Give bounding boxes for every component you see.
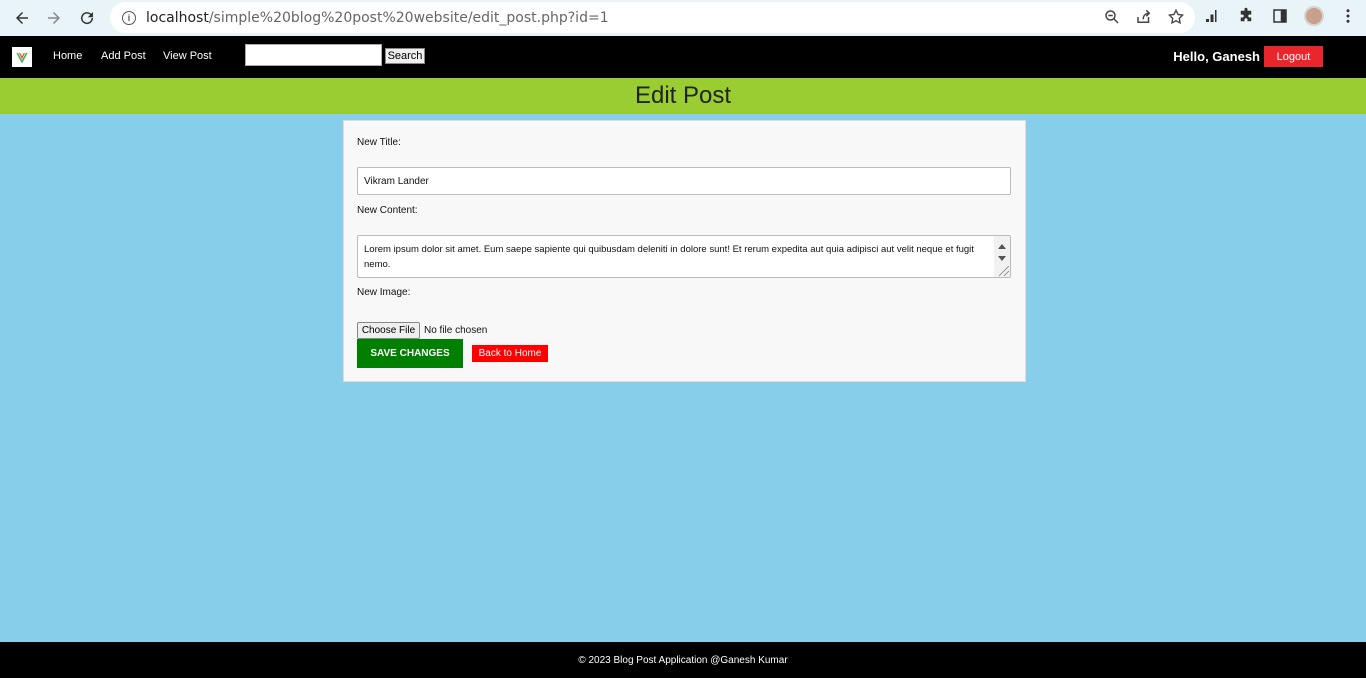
- extensions-puzzle-icon[interactable]: [1236, 6, 1256, 26]
- nav-add-post-link[interactable]: Add Post: [101, 50, 146, 62]
- search-input[interactable]: [245, 44, 382, 66]
- side-panel-icon[interactable]: [1270, 6, 1290, 26]
- site-logo[interactable]: [12, 47, 32, 67]
- search-button[interactable]: Search: [385, 48, 425, 64]
- url-path: /simple%20blog%20post%20website/edit_pos…: [208, 9, 609, 26]
- profile-avatar[interactable]: [1304, 6, 1324, 26]
- user-greeting: Hello, Ganesh: [1173, 49, 1260, 64]
- scroll-up-icon[interactable]: [998, 244, 1006, 249]
- address-bar[interactable]: i localhost/simple%20blog%20post%20websi…: [110, 2, 1195, 33]
- image-label: New Image:: [357, 287, 411, 298]
- nav-home-link[interactable]: Home: [53, 50, 82, 62]
- bookmark-star-icon[interactable]: [1167, 8, 1185, 26]
- zoom-icon[interactable]: [1103, 8, 1121, 26]
- main-content: New Title: Vikram Lander New Content: Lo…: [0, 114, 1366, 642]
- resize-grip-icon[interactable]: [999, 266, 1009, 276]
- content-label: New Content:: [357, 205, 418, 216]
- media-icon[interactable]: [1202, 6, 1222, 26]
- browser-toolbar: i localhost/simple%20blog%20post%20websi…: [0, 0, 1366, 36]
- footer: © 2023 Blog Post Application @Ganesh Kum…: [0, 642, 1366, 678]
- url-text: localhost/simple%20blog%20post%20website…: [146, 10, 609, 26]
- content-text: Lorem ipsum dolor sit amet. Eum saepe sa…: [364, 244, 974, 270]
- url-host: localhost: [146, 9, 209, 26]
- title-input[interactable]: Vikram Lander: [357, 167, 1011, 195]
- title-label: New Title:: [357, 137, 401, 148]
- share-icon[interactable]: [1135, 8, 1153, 26]
- nav-view-post-link[interactable]: View Post: [163, 50, 212, 62]
- scroll-down-icon[interactable]: [998, 256, 1006, 261]
- back-arrow-icon[interactable]: [6, 2, 38, 34]
- reload-icon[interactable]: [71, 2, 103, 34]
- content-textarea[interactable]: Lorem ipsum dolor sit amet. Eum saepe sa…: [357, 235, 1011, 278]
- edit-post-form: New Title: Vikram Lander New Content: Lo…: [343, 120, 1026, 382]
- back-to-home-button[interactable]: Back to Home: [472, 345, 548, 362]
- file-status: No file chosen: [424, 325, 488, 336]
- page-title: Edit Post: [0, 78, 1366, 114]
- textarea-scrollbar[interactable]: [994, 236, 1010, 277]
- choose-file-button[interactable]: Choose File: [357, 322, 420, 339]
- menu-dots-icon[interactable]: [1338, 6, 1358, 26]
- site-navbar: Home Add Post View Post Search Hello, Ga…: [0, 36, 1366, 78]
- site-info-icon[interactable]: i: [122, 10, 136, 25]
- logout-button[interactable]: Logout: [1264, 46, 1323, 67]
- forward-arrow-icon[interactable]: [38, 2, 70, 34]
- save-changes-button[interactable]: SAVE CHANGES: [357, 339, 463, 368]
